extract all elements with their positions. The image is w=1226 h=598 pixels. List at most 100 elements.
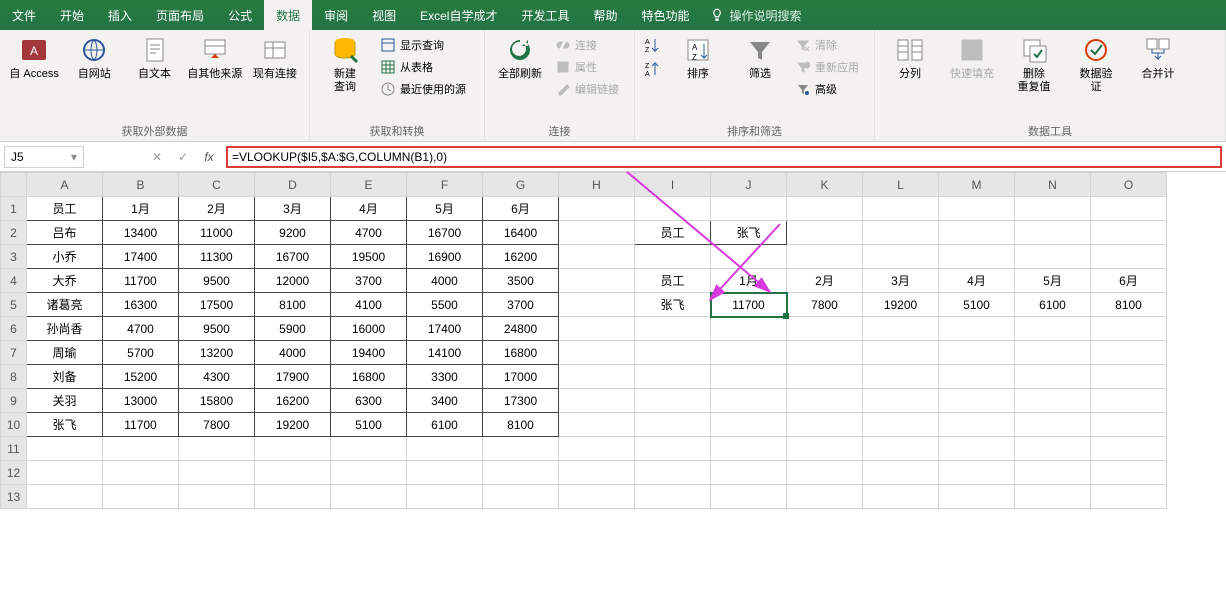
col-header[interactable]: N: [1015, 173, 1091, 197]
cell[interactable]: [787, 317, 863, 341]
cell[interactable]: [787, 245, 863, 269]
row-header[interactable]: 7: [1, 341, 27, 365]
cell[interactable]: 5900: [255, 317, 331, 341]
cell[interactable]: [787, 413, 863, 437]
cell[interactable]: [1091, 413, 1167, 437]
cell[interactable]: 5月: [407, 197, 483, 221]
cell[interactable]: 12000: [255, 269, 331, 293]
cell[interactable]: [863, 245, 939, 269]
cell[interactable]: [711, 365, 787, 389]
row-header[interactable]: 13: [1, 485, 27, 509]
tab-layout[interactable]: 页面布局: [144, 0, 216, 30]
chevron-down-icon[interactable]: ▾: [71, 150, 77, 164]
sort-asc-button[interactable]: AZ: [641, 34, 661, 56]
cell[interactable]: 刘备: [27, 365, 103, 389]
cell[interactable]: 13200: [179, 341, 255, 365]
cell[interactable]: [787, 365, 863, 389]
tab-custom1[interactable]: Excel自学成才: [408, 0, 509, 30]
row-header[interactable]: 3: [1, 245, 27, 269]
cell[interactable]: 19500: [331, 245, 407, 269]
cell[interactable]: 5月: [1015, 269, 1091, 293]
tab-help[interactable]: 帮助: [582, 0, 630, 30]
cell[interactable]: [559, 389, 635, 413]
cell[interactable]: [559, 317, 635, 341]
cell[interactable]: [939, 221, 1015, 245]
cell[interactable]: 6月: [1091, 269, 1167, 293]
cell[interactable]: [863, 365, 939, 389]
cell[interactable]: [635, 413, 711, 437]
row-header[interactable]: 9: [1, 389, 27, 413]
cell[interactable]: [103, 437, 179, 461]
cell[interactable]: 张飞: [635, 293, 711, 317]
cell[interactable]: 16800: [331, 365, 407, 389]
cell[interactable]: 3700: [483, 293, 559, 317]
cell[interactable]: 17400: [407, 317, 483, 341]
tab-review[interactable]: 审阅: [312, 0, 360, 30]
cell[interactable]: 1月: [103, 197, 179, 221]
name-box[interactable]: J5 ▾: [4, 146, 84, 168]
cell[interactable]: 1月: [711, 269, 787, 293]
col-header[interactable]: C: [179, 173, 255, 197]
cell[interactable]: [635, 317, 711, 341]
cell[interactable]: 17000: [483, 365, 559, 389]
cell[interactable]: 张飞: [711, 221, 787, 245]
cell[interactable]: [787, 437, 863, 461]
cell[interactable]: 11700: [103, 269, 179, 293]
connections-button[interactable]: 连接: [553, 34, 621, 56]
tab-data[interactable]: 数据: [264, 0, 312, 30]
cell[interactable]: [255, 437, 331, 461]
cell[interactable]: [939, 389, 1015, 413]
cell[interactable]: 诸葛亮: [27, 293, 103, 317]
consolidate-button[interactable]: 合并计: [1129, 34, 1187, 81]
cell[interactable]: [559, 293, 635, 317]
cell[interactable]: 9500: [179, 269, 255, 293]
from-access-button[interactable]: A 自 Access: [6, 34, 62, 81]
cell[interactable]: [863, 437, 939, 461]
cell[interactable]: [1091, 341, 1167, 365]
cell[interactable]: [711, 197, 787, 221]
cell[interactable]: [559, 485, 635, 509]
cell[interactable]: [711, 485, 787, 509]
cell[interactable]: [711, 245, 787, 269]
cell[interactable]: [559, 437, 635, 461]
cell[interactable]: [1015, 461, 1091, 485]
cell[interactable]: [711, 437, 787, 461]
cell[interactable]: [863, 461, 939, 485]
cell[interactable]: 孙尚香: [27, 317, 103, 341]
cell[interactable]: [863, 341, 939, 365]
cell[interactable]: 8100: [483, 413, 559, 437]
cell[interactable]: 4700: [103, 317, 179, 341]
cell[interactable]: 16000: [331, 317, 407, 341]
existing-conn-button[interactable]: 现有连接: [247, 34, 303, 81]
cell[interactable]: 11300: [179, 245, 255, 269]
cell[interactable]: [103, 461, 179, 485]
cell[interactable]: [1015, 245, 1091, 269]
cell[interactable]: [635, 437, 711, 461]
cell[interactable]: 9500: [179, 317, 255, 341]
cell[interactable]: 8100: [1091, 293, 1167, 317]
cell[interactable]: 7800: [787, 293, 863, 317]
cell[interactable]: [1091, 317, 1167, 341]
cancel-formula-button[interactable]: ✕: [144, 146, 170, 168]
show-queries-button[interactable]: 显示查询: [378, 34, 468, 56]
cell[interactable]: 7800: [179, 413, 255, 437]
cell[interactable]: 3500: [483, 269, 559, 293]
cell[interactable]: [1091, 221, 1167, 245]
cell[interactable]: [863, 413, 939, 437]
cell[interactable]: [483, 485, 559, 509]
col-header[interactable]: B: [103, 173, 179, 197]
cell[interactable]: 11700: [711, 293, 787, 317]
col-header[interactable]: E: [331, 173, 407, 197]
row-header[interactable]: 6: [1, 317, 27, 341]
cell[interactable]: [559, 365, 635, 389]
cell[interactable]: [939, 461, 1015, 485]
cell[interactable]: 24800: [483, 317, 559, 341]
cell[interactable]: 19200: [255, 413, 331, 437]
cell[interactable]: [863, 221, 939, 245]
cell[interactable]: [939, 317, 1015, 341]
tab-dev[interactable]: 开发工具: [509, 0, 581, 30]
cell[interactable]: [635, 485, 711, 509]
cell[interactable]: [711, 389, 787, 413]
cell[interactable]: 吕布: [27, 221, 103, 245]
cell[interactable]: 11700: [103, 413, 179, 437]
